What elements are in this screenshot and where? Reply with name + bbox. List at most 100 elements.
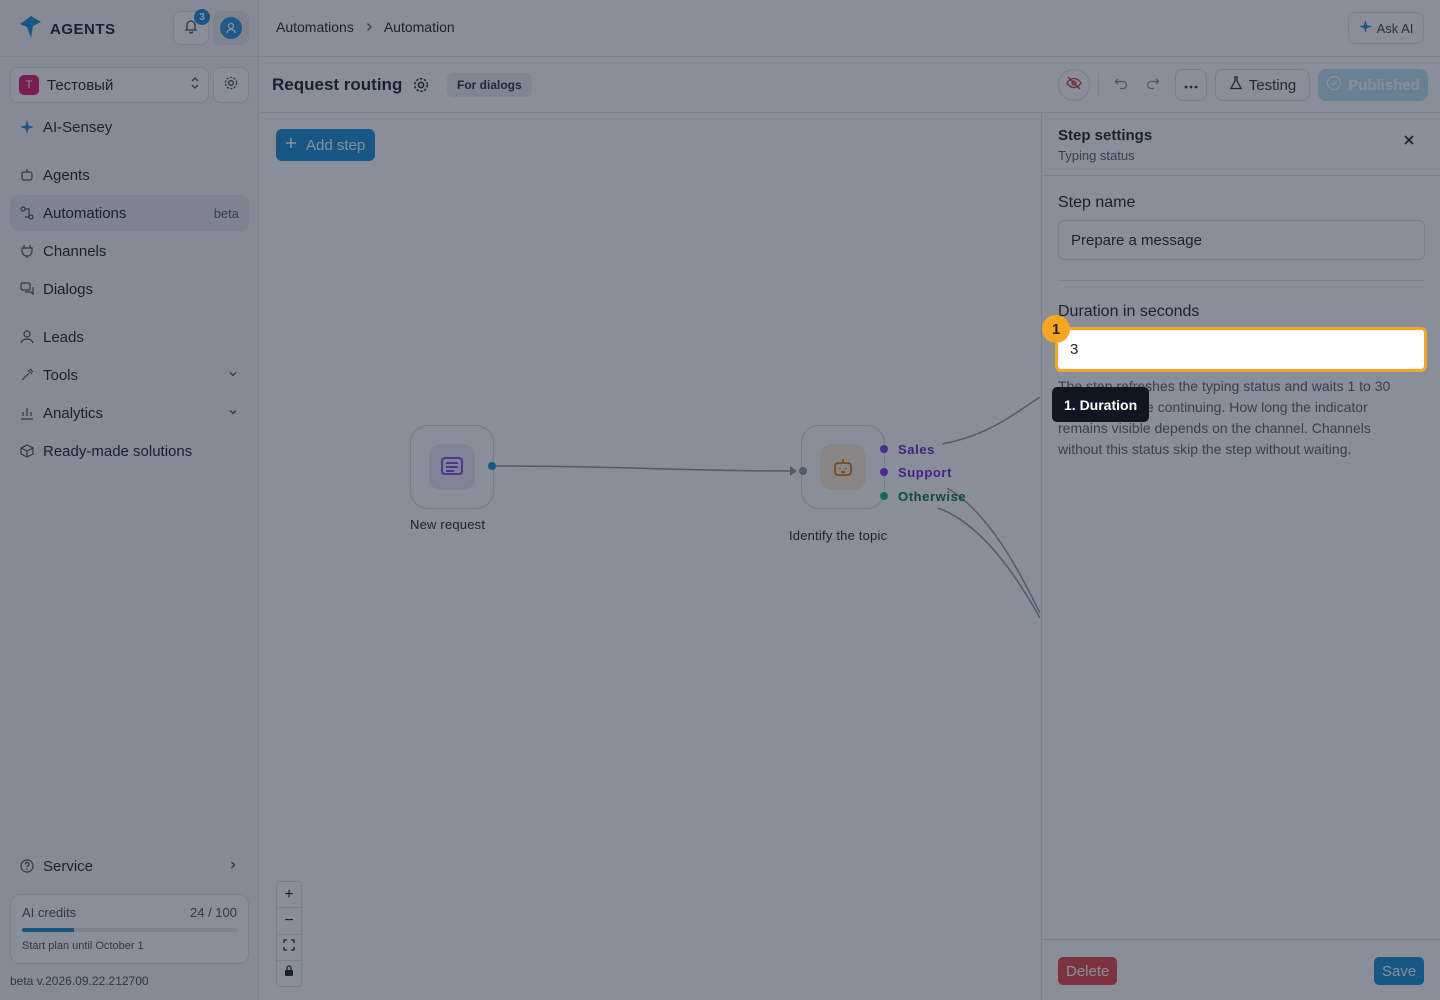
close-icon	[1403, 133, 1415, 151]
robot-icon	[820, 444, 866, 490]
sidebar-item-label: Ready-made solutions	[43, 442, 193, 460]
more-options-button[interactable]	[1175, 69, 1207, 101]
sidebar-item-label: Dialogs	[43, 280, 94, 298]
toolbar-separator	[1098, 74, 1099, 96]
zoom-out-button[interactable]: −	[277, 908, 301, 935]
add-step-label: Add step	[306, 136, 366, 154]
notifications-button[interactable]: 3	[173, 9, 210, 45]
undo-button[interactable]	[1109, 69, 1133, 101]
testing-label: Testing	[1248, 76, 1297, 94]
sidebar-item-label: Automations	[43, 204, 127, 222]
sidebar-item-label: Analytics	[43, 404, 104, 422]
logo-icon	[18, 14, 44, 45]
minus-icon: −	[284, 911, 294, 929]
add-step-button[interactable]: Add step	[276, 129, 376, 161]
credits-label: AI credits	[22, 905, 77, 920]
eye-off-icon	[1066, 75, 1082, 96]
zoom-in-button[interactable]: +	[277, 882, 301, 909]
node-output-port[interactable]	[488, 462, 496, 470]
edge-otherwise	[937, 507, 1040, 619]
chart-icon	[20, 406, 34, 420]
sidebar-item-ai-sensey[interactable]: AI-Sensey	[10, 109, 249, 145]
duration-input[interactable]	[1055, 327, 1427, 372]
message-icon	[429, 444, 475, 490]
save-step-button[interactable]: Save	[1374, 957, 1425, 985]
sidebar-item-label: Channels	[43, 242, 107, 260]
panel-title: Step settings	[1058, 127, 1153, 144]
chevron-down-icon	[227, 367, 239, 384]
branch-port-sales[interactable]	[880, 445, 888, 453]
sidebar-item-tools[interactable]: Tools	[10, 357, 249, 393]
sidebar-item-dialogs[interactable]: Dialogs	[10, 271, 249, 307]
node-label: New request	[410, 517, 486, 532]
sidebar-item-label: Tools	[43, 366, 79, 384]
sidebar-item-service[interactable]: Service	[10, 848, 249, 884]
fit-view-button[interactable]	[277, 935, 301, 961]
undo-icon	[1114, 76, 1128, 95]
workspace-settings-button[interactable]	[213, 67, 249, 103]
branch-label-otherwise: Otherwise	[898, 489, 967, 504]
ask-ai-button[interactable]: Ask AI	[1348, 12, 1424, 44]
sidebar-item-label: Agents	[43, 166, 90, 184]
close-panel-button[interactable]	[1398, 131, 1420, 153]
avatar	[220, 17, 242, 39]
fit-view-icon	[283, 938, 295, 956]
delete-step-button[interactable]: Delete	[1058, 957, 1118, 985]
chevron-updown-icon	[190, 76, 200, 95]
chevron-down-icon	[227, 405, 239, 422]
sidebar-item-automations[interactable]: Automations beta	[10, 195, 249, 231]
credits-value: 24 / 100	[190, 905, 237, 920]
panel-subtitle: Typing status	[1058, 148, 1135, 163]
branch-port-support[interactable]	[880, 468, 888, 476]
lock-button[interactable]	[277, 961, 301, 986]
chevron-right-icon	[227, 858, 239, 875]
branch-port-otherwise[interactable]	[880, 492, 888, 500]
published-button[interactable]: Published	[1318, 69, 1428, 101]
node-identify-topic[interactable]	[801, 425, 885, 509]
plus-icon	[284, 136, 298, 154]
visibility-toggle-button[interactable]	[1058, 69, 1090, 101]
notification-count-badge: 3	[194, 9, 210, 25]
sidebar-item-leads[interactable]: Leads	[10, 319, 249, 355]
testing-button[interactable]: Testing	[1215, 69, 1310, 101]
annotation-tooltip: 1. Duration	[1052, 387, 1150, 422]
sidebar-item-label: Leads	[43, 328, 84, 346]
sidebar-item-ready-made-solutions[interactable]: Ready-made solutions	[10, 433, 249, 469]
breadcrumb-automations[interactable]: Automations	[276, 19, 354, 35]
channel-type-tag: For dialogs	[447, 73, 532, 97]
workspace-name: Тестовый	[47, 76, 114, 94]
step-name-input[interactable]	[1058, 220, 1425, 260]
lock-icon	[284, 964, 294, 982]
automation-settings-button[interactable]	[412, 76, 430, 99]
node-input-port[interactable]	[799, 467, 807, 475]
sidebar-item-analytics[interactable]: Analytics	[10, 395, 249, 431]
sidebar-item-agents[interactable]: Agents	[10, 157, 249, 193]
sidebar-item-channels[interactable]: Channels	[10, 233, 249, 269]
duration-label: Duration in seconds	[1058, 303, 1200, 320]
app-version: beta v.2026.09.22.212700	[10, 974, 149, 988]
edge-sales	[941, 396, 1040, 445]
gear-icon	[223, 75, 239, 96]
panel-divider	[1058, 280, 1425, 281]
edge-arrowhead	[790, 466, 797, 476]
ai-credits-card[interactable]: AI credits 24 / 100 Start plan until Oct…	[10, 894, 249, 964]
ask-ai-label: Ask AI	[1376, 20, 1414, 36]
node-new-request[interactable]	[410, 425, 494, 509]
branch-label-sales: Sales	[898, 442, 935, 457]
workspace-select[interactable]: T Тестовый	[10, 67, 209, 103]
workspace-letter: T	[19, 75, 39, 95]
node-label: Identify the topic	[789, 528, 888, 543]
redo-button[interactable]	[1141, 69, 1165, 101]
published-label: Published	[1348, 76, 1420, 94]
person-icon	[20, 330, 34, 344]
plug-icon	[20, 244, 34, 258]
agents-icon	[20, 168, 34, 182]
brand-logo[interactable]: AGENTS	[18, 14, 116, 45]
flow-connections	[491, 396, 1040, 619]
automation-title: Request routing	[272, 75, 403, 94]
header-divider	[0, 56, 1440, 57]
flow-canvas[interactable]: Add step New request Identify the topic …	[260, 113, 1040, 1000]
zoom-controls: + −	[276, 881, 302, 987]
user-avatar-button[interactable]	[213, 11, 249, 45]
step-name-label: Step name	[1058, 194, 1136, 211]
